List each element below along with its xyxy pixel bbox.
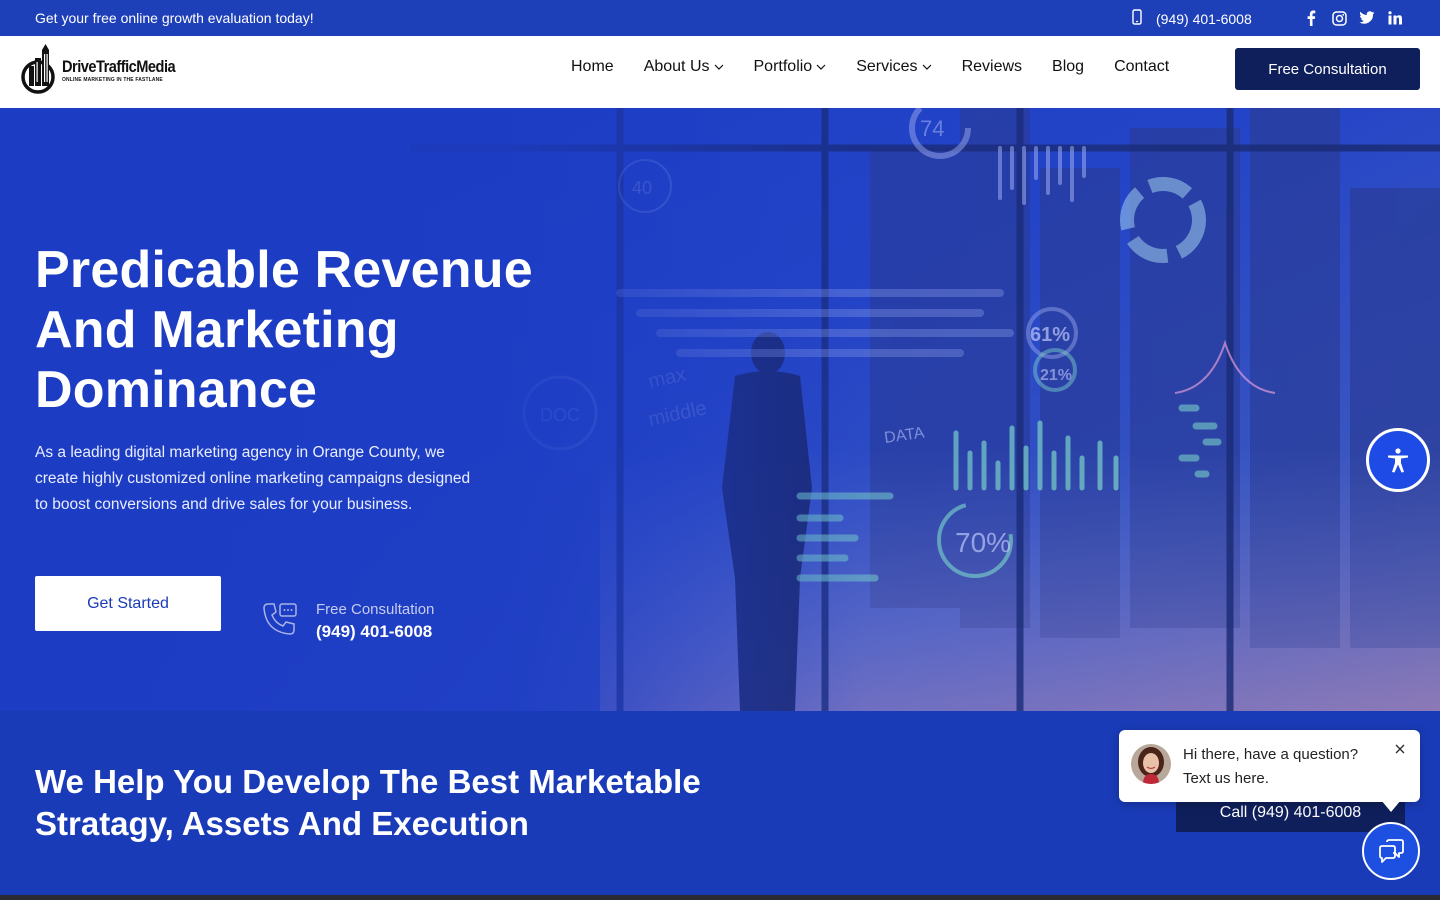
- phone-chat-icon: [260, 600, 298, 643]
- top-bar: Get your free online growth evaluation t…: [0, 0, 1440, 36]
- instagram-icon[interactable]: [1331, 9, 1347, 27]
- nav-item-about-us[interactable]: About Us: [644, 58, 724, 76]
- chat-launcher-button[interactable]: [1362, 822, 1420, 880]
- nav-item-label: Blog: [1052, 58, 1085, 75]
- nav-menu: Home About Us Portfolio Services Reviews…: [571, 58, 1169, 76]
- linkedin-icon[interactable]: [1387, 9, 1403, 27]
- close-icon[interactable]: [1393, 742, 1407, 756]
- logo-wordmark: DriveTrafficMedia: [62, 57, 176, 76]
- social-links: [1303, 9, 1403, 27]
- nav-item-services[interactable]: Services: [856, 58, 931, 76]
- agent-avatar: [1131, 744, 1171, 784]
- site-logo[interactable]: DriveTrafficMedia ONLINE MARKETING IN TH…: [20, 44, 200, 96]
- chat-message: Hi there, have a question? Text us here.: [1183, 746, 1359, 787]
- nav-item-portfolio[interactable]: Portfolio: [754, 58, 827, 76]
- next-section-edge: [0, 895, 1440, 900]
- accessibility-button[interactable]: [1366, 428, 1430, 492]
- logo-tagline: ONLINE MARKETING IN THE FASTLANE: [62, 77, 163, 83]
- nav-item-label: Services: [856, 58, 918, 75]
- promo-text: Get your free online growth evaluation t…: [35, 10, 314, 26]
- accessibility-icon: [1388, 448, 1408, 473]
- topbar-phone-link[interactable]: (949) 401-6008: [1130, 9, 1252, 28]
- nav-item-label: Reviews: [961, 58, 1023, 75]
- twitter-icon[interactable]: [1359, 9, 1375, 27]
- nav-item-label: Portfolio: [753, 58, 813, 75]
- topbar-phone-number: (949) 401-6008: [1156, 10, 1252, 27]
- logo-mark-icon: [20, 44, 58, 96]
- nav-item-reviews[interactable]: Reviews: [962, 58, 1022, 76]
- mobile-phone-icon: [1130, 9, 1144, 28]
- section-title: We Help You Develop The Best Marketable …: [35, 763, 701, 842]
- consultation-phone-link[interactable]: Free Consultation (949) 401-6008: [260, 600, 434, 643]
- nav-item-home[interactable]: Home: [571, 58, 614, 76]
- chat-bubbles-icon: [1379, 839, 1404, 863]
- facebook-icon[interactable]: [1303, 9, 1319, 27]
- chevron-down-icon: [816, 64, 826, 70]
- nav-item-label: Home: [571, 58, 614, 75]
- main-navigation: DriveTrafficMedia ONLINE MARKETING IN TH…: [0, 36, 1440, 108]
- hero-title: Predicable Revenue And Marketing Dominan…: [35, 241, 533, 419]
- consultation-label: Free Consultation: [316, 601, 435, 618]
- nav-item-label: About Us: [643, 58, 710, 75]
- free-consultation-button[interactable]: Free Consultation: [1235, 48, 1420, 90]
- chat-prompt-bubble[interactable]: Hi there, have a question? Text us here.: [1119, 730, 1420, 812]
- consultation-phone: (949) 401-6008: [316, 622, 433, 641]
- get-started-button[interactable]: Get Started: [35, 576, 221, 631]
- nav-item-blog[interactable]: Blog: [1052, 58, 1084, 76]
- chevron-down-icon: [922, 64, 931, 70]
- nav-item-contact[interactable]: Contact: [1114, 58, 1169, 76]
- hero-description: As a leading digital marketing agency in…: [35, 444, 471, 513]
- nav-item-label: Contact: [1114, 58, 1170, 75]
- hero-section: 74 40 61% 21% 70% DOC DATA max middle Pr…: [0, 108, 1440, 711]
- chevron-down-icon: [714, 64, 723, 70]
